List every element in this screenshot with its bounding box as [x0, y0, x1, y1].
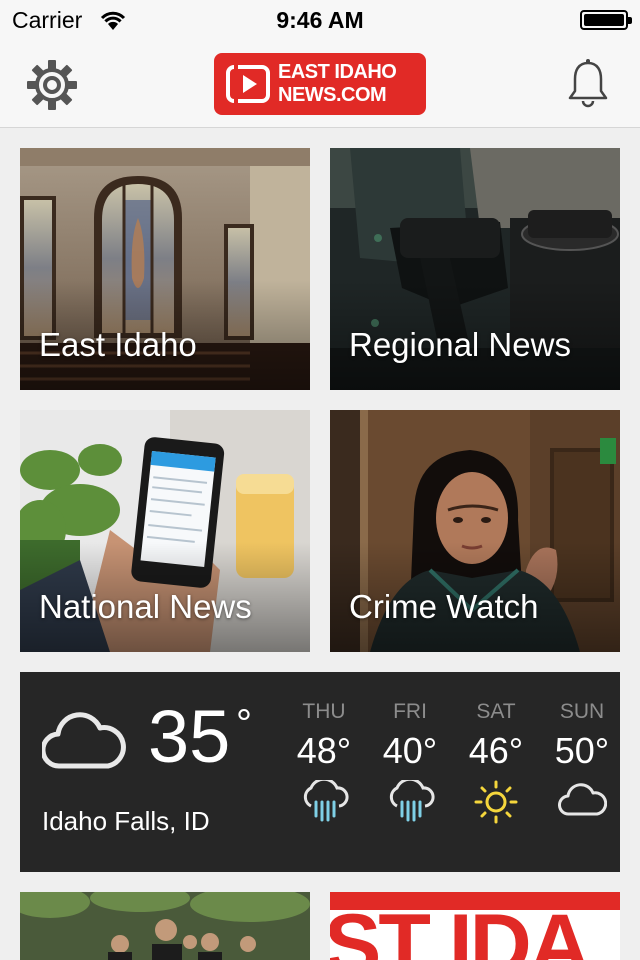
forecast-temp: 48°: [296, 730, 352, 771]
bell-icon[interactable]: [566, 58, 610, 110]
story-tile-brand[interactable]: ST IDA: [330, 892, 620, 960]
logo-line-2: NEWS.COM: [278, 84, 387, 106]
play-logo-icon: [226, 65, 270, 103]
tile-label: Crime Watch: [349, 588, 539, 625]
app-logo[interactable]: EAST IDAHO NEWS.COM: [214, 53, 426, 115]
category-tile-east-idaho[interactable]: East Idaho: [20, 148, 310, 390]
forecast-day-label: SUN: [559, 700, 605, 723]
forecast-day: THU 48°: [284, 700, 364, 824]
location-label: Idaho Falls, ID: [42, 806, 210, 836]
category-tile-national-news[interactable]: National News: [20, 410, 310, 652]
tile-label: East Idaho: [39, 326, 197, 363]
weather-widget[interactable]: 35 ° Idaho Falls, ID THU 48° FRI 40° SAT…: [20, 672, 620, 872]
brand-text: ST IDA: [330, 897, 591, 960]
tile-label: Regional News: [349, 326, 571, 363]
tile-label: National News: [39, 588, 252, 625]
gear-icon[interactable]: [24, 57, 80, 113]
category-tile-crime-watch[interactable]: Crime Watch: [330, 410, 620, 652]
battery-icon: [580, 10, 632, 30]
forecast-day: SUN 50°: [542, 700, 622, 824]
status-time: 9:46 AM: [276, 7, 364, 33]
forecast-temp: 46°: [468, 730, 524, 771]
forecast-day: FRI 40°: [370, 700, 450, 824]
category-tile-regional-news[interactable]: Regional News: [330, 148, 620, 390]
cloud-icon: [42, 712, 126, 769]
forecast-day: SAT 46°: [456, 700, 536, 824]
story-tile-movie[interactable]: [20, 892, 310, 960]
group-photo-image: [20, 892, 310, 960]
forecast-day-label: THU: [302, 700, 346, 723]
forecast-day-label: FRI: [393, 700, 427, 723]
status-bar: Carrier 9:46 AM: [0, 0, 640, 40]
forecast-day-label: SAT: [476, 700, 516, 723]
rain-icon: [303, 780, 349, 822]
sun-icon: [474, 780, 518, 824]
logo-line-1: EAST IDAHO: [278, 61, 397, 83]
current-temperature: 35: [148, 695, 231, 778]
rain-icon: [389, 780, 435, 822]
forecast-temp: 40°: [382, 730, 438, 771]
nav-bar: EAST IDAHO NEWS.COM: [0, 40, 640, 128]
cloud-icon: [558, 783, 607, 816]
degree-symbol: °: [236, 702, 252, 746]
forecast-temp: 50°: [554, 730, 610, 771]
